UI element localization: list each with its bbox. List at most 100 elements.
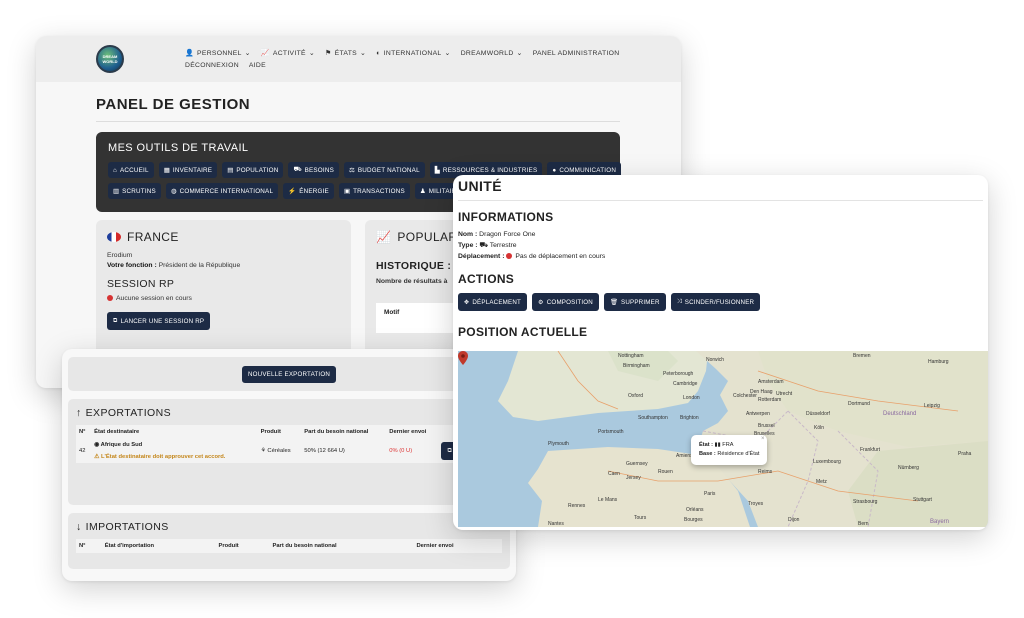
nav-label: PANEL ADMINISTRATION [532, 49, 620, 57]
map-city-label: Dortmund [848, 401, 870, 407]
tool-inventaire-button[interactable]: ▦ INVENTAIRE [158, 162, 218, 178]
unit-type-line: Type : ⛟ Terrestre [458, 241, 983, 250]
tool-label: INVENTAIRE [172, 166, 213, 174]
session-status: Aucune session en cours [107, 295, 340, 302]
user-icon: 👤 [185, 50, 195, 57]
column-header: Dernier envoi [413, 539, 502, 553]
nav-label: ÉTATS [334, 49, 358, 57]
tool-budget-national-button[interactable]: ⚖ BUDGET NATIONAL [344, 162, 425, 178]
map-city-label: Luxembourg [813, 459, 841, 465]
action-composition-button[interactable]: ⚙ COMPOSITION [532, 293, 599, 311]
national-share: 50% (12 664 U) [301, 439, 387, 463]
map-city-label: Amsterdam [758, 379, 784, 385]
map-city-label: Bern [858, 521, 869, 527]
nav-aide[interactable]: AIDE [249, 62, 266, 69]
nav-deconnexion[interactable]: DÉCONNEXION [185, 62, 239, 69]
column-header: État d'importation [101, 539, 216, 553]
map-city-label: Brussel [758, 423, 775, 429]
boxes-icon: ▦ [163, 166, 170, 174]
actions-row: ✥ DÉPLACEMENT ⚙ COMPOSITION 🗑 SUPPRIMER ⤨ SCIND… [458, 293, 983, 311]
map-city-label: Guernsey [626, 461, 648, 467]
map-city-label: Rennes [568, 503, 586, 509]
dreamworld-logo[interactable]: DREAM WORLD [96, 45, 124, 73]
tool-besoins-button[interactable]: ⛟ BESOINS [288, 162, 340, 178]
map-city-label: Antwerpen [746, 411, 770, 417]
role-value: Président de la République [158, 262, 241, 269]
arrow-down-icon: ↓ [76, 521, 82, 533]
globe-icon: ◐ [376, 49, 381, 57]
tool-energie-button[interactable]: ⚡ ÉNERGIE [283, 183, 334, 199]
chevron-down-icon: ⌄ [308, 50, 316, 57]
column-header: Part du besoin national [301, 425, 387, 439]
popup-close-icon[interactable]: × [761, 435, 765, 444]
new-export-button[interactable]: NOUVELLE EXPORTATION [241, 365, 337, 383]
action-scinder-fusionner-button[interactable]: ⤨ SCINDER/FUSIONNER [670, 293, 761, 311]
map-city-label: Metz [816, 479, 827, 485]
tool-scrutins-button[interactable]: ▥ SCRUTINS [108, 183, 161, 199]
action-supprimer-button[interactable]: 🗑 SUPPRIMER [603, 293, 666, 311]
map-city-label: Bremen [853, 353, 871, 359]
map-city-label: Frankfurt [860, 447, 881, 453]
nav-etats[interactable]: ⚑ ÉTATS ⌄ [325, 49, 366, 58]
tool-transactions-button[interactable]: ▣ TRANSACTIONS [338, 183, 410, 199]
action-label: SCINDER/FUSIONNER [684, 298, 755, 306]
importations-section: ↓ IMPORTATIONS N° État d'importation Produi… [68, 513, 510, 569]
tool-label: BUDGET NATIONAL [357, 166, 420, 174]
vote-icon: ▥ [113, 187, 120, 195]
map-marker-icon[interactable] [458, 351, 468, 365]
action-label: COMPOSITION [546, 298, 593, 306]
tools-title: MES OUTILS DE TRAVAIL [108, 142, 249, 154]
action-label: DÉPLACEMENT [472, 298, 522, 306]
map-popup[interactable]: × État : ▮▮ FRA Base : Résidence d'État [691, 435, 768, 465]
destination-state: ◉ Afrique du Sud ⚠ L'État destinataire do… [91, 439, 258, 463]
exportations-title: EXPORTATIONS [85, 407, 171, 419]
map-city-label: Rotterdam [758, 397, 782, 403]
map-city-label: Reims [758, 469, 773, 475]
tool-population-button[interactable]: ▤ POPULATION [222, 162, 284, 178]
nav-activite[interactable]: 📈 ACTIVITÉ ⌄ [261, 49, 316, 58]
comment-icon: ● [552, 166, 557, 174]
table-header-row: N° État destinataire Produit Part du besoin… [76, 425, 502, 439]
map-city-label: Praha [958, 451, 972, 457]
map-city-label: Strasbourg [853, 499, 878, 505]
needs-icon: ⛟ [293, 166, 302, 173]
tool-label: TRANSACTIONS [353, 187, 405, 195]
info-title: INFORMATIONS [458, 210, 554, 224]
launch-session-button[interactable]: ⧉ LANCER UNE SESSION RP [107, 312, 211, 330]
tool-label: RESSOURCES & INDUSTRIES [442, 166, 538, 174]
nav-panel-administration[interactable]: PANEL ADMINISTRATION [533, 49, 620, 57]
session-title: SESSION RP [107, 278, 175, 290]
unit-move-value: Pas de déplacement en cours [515, 253, 606, 260]
nav-label: ACTIVITÉ [272, 49, 306, 57]
map-city-label: Oxford [628, 393, 644, 399]
nav-international[interactable]: ◐ INTERNATIONAL ⌄ [376, 49, 450, 58]
tool-label: SCRUTINS [122, 187, 156, 195]
tool-label: BESOINS [304, 166, 335, 174]
product-name: Céréales [267, 448, 291, 454]
action-deplacement-button[interactable]: ✥ DÉPLACEMENT [458, 293, 528, 311]
nav-personnel[interactable]: 👤 PERSONNEL ⌄ [185, 49, 251, 58]
money-icon: ▣ [343, 187, 351, 195]
tool-commerce-international-button[interactable]: ◍ COMMERCE INTERNATIONAL [165, 183, 279, 199]
map-city-label: Nürnberg [898, 465, 919, 471]
tool-accueil-button[interactable]: ⌂ ACCUEIL [108, 162, 154, 178]
nav-label: PERSONNEL [197, 49, 242, 57]
column-header: Produit [257, 425, 302, 439]
nav-menu-row-1: 👤 PERSONNEL ⌄ 📈 ACTIVITÉ ⌄ ⚑ ÉTATS ⌄ ◐ INTERNATION… [185, 49, 620, 58]
map-city-label: Köln [814, 425, 825, 431]
map-city-label: Norwich [706, 357, 725, 363]
unit-name-line: Nom : Dragon Force One [458, 231, 983, 238]
popup-base-label: Base : [699, 451, 716, 457]
unit-window: UNITÉ INFORMATIONS Nom : Dragon Force On… [453, 175, 988, 530]
map-city-label: Orléans [686, 507, 704, 513]
map-city-label: Birmingham [623, 363, 650, 369]
role-line: Votre fonction : Président de la Républi… [107, 262, 340, 269]
export-window: NOUVELLE EXPORTATION ↑ EXPORTATIONS N° Éta… [62, 349, 516, 581]
position-map[interactable]: Bremen Hamburg Nottingham Birmingham Norwich… [458, 351, 988, 527]
nav-dreamworld[interactable]: DREAMWORLD ⌄ [461, 49, 523, 58]
map-city-label: Tours [634, 515, 647, 521]
nav-menu-row-2: DÉCONNEXION AIDE [185, 62, 266, 69]
country-title: FRANCE [127, 230, 179, 244]
actions-title: ACTIONS [458, 272, 515, 286]
map-city-label: Rouen [658, 469, 673, 475]
